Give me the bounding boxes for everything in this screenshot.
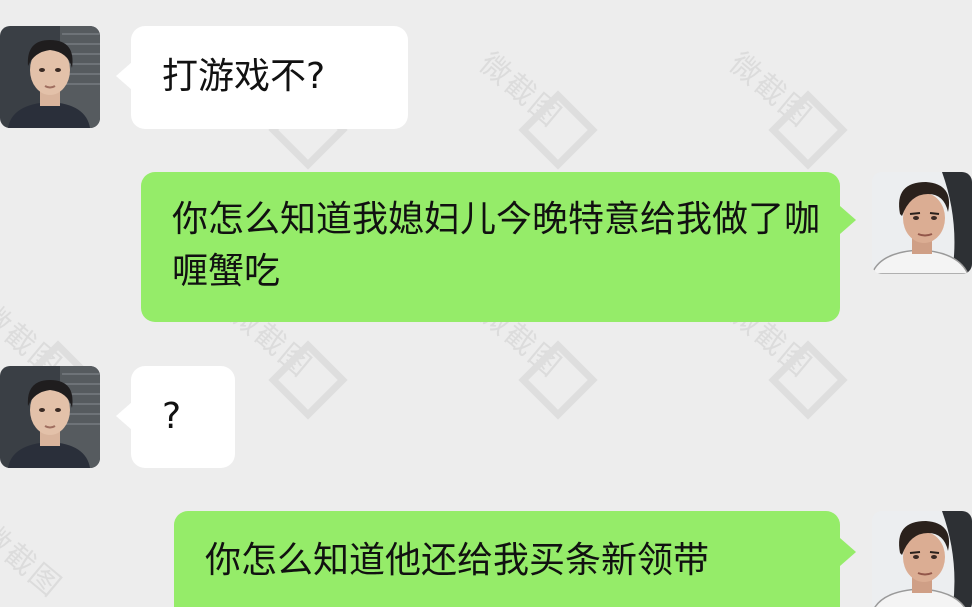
friend-avatar[interactable] xyxy=(0,366,100,468)
message-text: 打游戏不? xyxy=(162,56,326,97)
message-bubble[interactable]: 你怎么知道他还给我买条新领带 xyxy=(174,511,840,607)
my-avatar[interactable] xyxy=(872,172,972,274)
chat-window: 微截图 微截图 微截图 微截图 微截图 微截图 微截图 微截图 xyxy=(0,0,972,607)
bubble-tail xyxy=(840,538,856,566)
message-row-incoming: ? xyxy=(0,355,972,495)
message-text: 你怎么知道他还给我买条新领带 xyxy=(205,540,710,581)
message-row-outgoing: 你怎么知道我媳妇儿今晚特意给我做了咖喱蟹吃 xyxy=(0,160,972,340)
message-bubble[interactable]: ? xyxy=(131,366,235,468)
message-bubble[interactable]: 打游戏不? xyxy=(131,26,408,129)
message-bubble[interactable]: 你怎么知道我媳妇儿今晚特意给我做了咖喱蟹吃 xyxy=(141,172,840,322)
friend-avatar-image xyxy=(0,26,100,128)
message-text: 你怎么知道我媳妇儿今晚特意给我做了咖喱蟹吃 xyxy=(172,199,821,292)
message-text: ? xyxy=(162,396,182,437)
my-avatar-image xyxy=(872,172,972,274)
bubble-tail xyxy=(116,402,132,430)
friend-avatar[interactable] xyxy=(0,26,100,128)
bubble-tail xyxy=(840,206,856,234)
bubble-tail xyxy=(116,62,132,90)
message-row-outgoing: 你怎么知道他还给我买条新领带 xyxy=(0,500,972,607)
my-avatar-image xyxy=(872,511,972,607)
friend-avatar-image xyxy=(0,366,100,468)
message-row-incoming: 打游戏不? xyxy=(0,0,972,140)
my-avatar[interactable] xyxy=(872,511,972,607)
